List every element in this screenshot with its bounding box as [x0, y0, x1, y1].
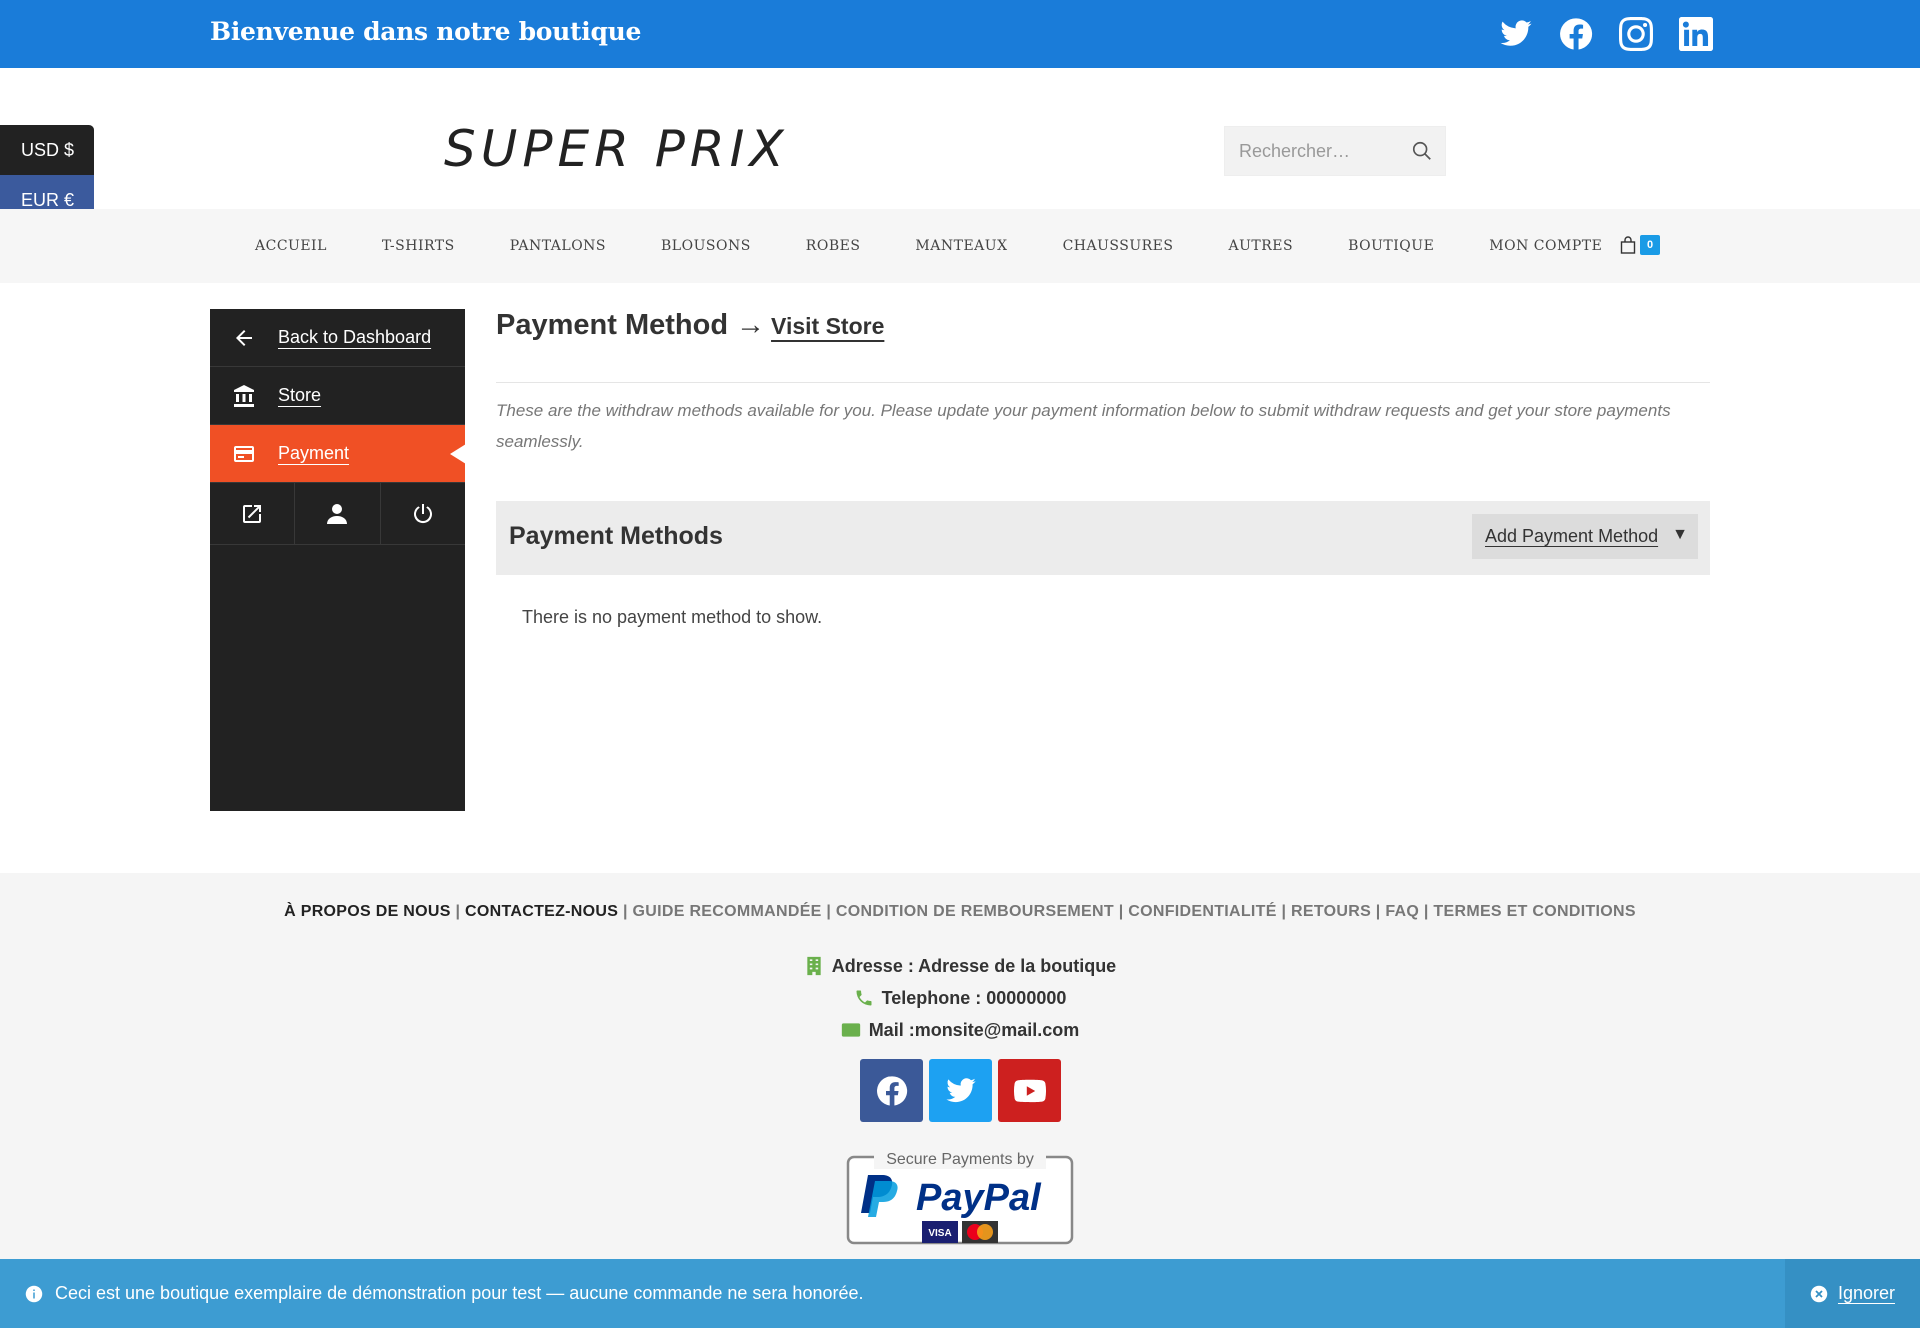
dismiss-label: Ignorer: [1837, 1283, 1896, 1303]
main-nav: ACCUEIL T-SHIRTS PANTALONS BLOUSONS ROBE…: [0, 209, 1920, 283]
footer-youtube-button[interactable]: [998, 1059, 1061, 1122]
footer-twitter-button[interactable]: [929, 1059, 992, 1122]
title-arrow: →: [736, 309, 766, 341]
linkedin-icon[interactable]: [1679, 17, 1713, 51]
phone-icon: [856, 990, 872, 1006]
user-icon: [327, 503, 348, 524]
visit-store-link[interactable]: Visit Store: [771, 313, 884, 340]
divider: [496, 382, 1710, 383]
visit-store-action[interactable]: [210, 483, 296, 544]
paypal-secure-badge: Secure Payments by PayPal VISA: [846, 1147, 1074, 1245]
address-text: Adresse : Adresse de la boutique: [831, 955, 1117, 976]
notice-message: Ceci est une boutique exemplaire de démo…: [25, 1283, 864, 1304]
footer-link-privacy[interactable]: CONFIDENTIALITÉ: [1128, 903, 1277, 920]
nav-item-pantalons[interactable]: PANTALONS: [510, 238, 606, 254]
sidebar-item-back-to-dashboard[interactable]: Back to Dashboard: [210, 309, 465, 367]
info-icon: [25, 1285, 43, 1302]
nav-item-accueil[interactable]: ACCUEIL: [255, 238, 327, 254]
close-circle-icon: [1810, 1285, 1828, 1302]
demo-store-notice: Ceci est une boutique exemplaire de démo…: [0, 1259, 1920, 1328]
mail-text: Mail :monsite@mail.com: [868, 1019, 1080, 1040]
page-title: Payment Method → Visit Store: [496, 309, 1710, 359]
footer-links: À PROPOS DE NOUS | CONTACTEZ-NOUS | GUID…: [284, 903, 1636, 920]
envelope-icon: [841, 1023, 860, 1037]
footer-facebook-button[interactable]: [860, 1059, 923, 1122]
contact-phone: Telephone : 00000000: [0, 982, 1920, 1014]
paypal-caption: Secure Payments by: [886, 1151, 1034, 1168]
nav-item-chaussures[interactable]: CHAUSSURES: [1063, 238, 1174, 254]
caret-down-icon: ▼: [1672, 526, 1688, 543]
cart-button[interactable]: 0: [1620, 235, 1660, 255]
sidebar-actions: [210, 483, 465, 545]
twitter-icon[interactable]: [1499, 17, 1533, 51]
search-icon[interactable]: [1411, 140, 1433, 162]
footer-link-terms[interactable]: TERMES ET CONDITIONS: [1433, 903, 1635, 920]
sidebar-item-label: Back to Dashboard: [278, 327, 432, 347]
sidebar-item-label: Store: [278, 385, 322, 405]
facebook-icon[interactable]: [1559, 17, 1593, 51]
payment-methods-header: Payment Methods Add Payment Method ▼: [496, 501, 1710, 575]
site-logo[interactable]: SUPER PRIX: [444, 120, 789, 178]
bank-icon: [234, 384, 254, 407]
nav-item-boutique[interactable]: BOUTIQUE: [1348, 238, 1434, 254]
nav-item-autres[interactable]: AUTRES: [1228, 238, 1293, 254]
page-title-text: Payment Method: [496, 309, 729, 341]
search-box: [1224, 126, 1446, 176]
nav-item-mon-compte[interactable]: MON COMPTE: [1489, 238, 1602, 254]
nav-item-manteaux[interactable]: MANTEAUX: [915, 238, 1007, 254]
footer-link-about[interactable]: À PROPOS DE NOUS: [284, 903, 451, 920]
shopping-bag-icon: [1620, 236, 1636, 254]
paypal-brand: PayPal: [916, 1177, 1042, 1219]
add-payment-method-dropdown[interactable]: Add Payment Method ▼: [1472, 514, 1698, 559]
footer-link-contact[interactable]: CONTACTEZ-NOUS: [465, 903, 618, 920]
nav-item-robes[interactable]: ROBES: [806, 238, 861, 254]
notice-text: Ceci est une boutique exemplaire de démo…: [55, 1283, 864, 1303]
power-icon: [413, 503, 432, 523]
page-description: These are the withdraw methods available…: [496, 401, 1671, 451]
phone-text: Telephone : 00000000: [881, 987, 1067, 1008]
credit-card-icon: [234, 445, 254, 462]
currency-usd[interactable]: USD $: [0, 125, 94, 175]
youtube-icon: [1013, 1079, 1046, 1102]
external-link-icon: [243, 504, 262, 523]
section-title: Payment Methods: [509, 522, 723, 550]
footer-link-refund[interactable]: CONDITION DE REMBOURSEMENT: [836, 903, 1114, 920]
footer-social-links: [860, 1059, 1061, 1122]
top-social-links: [1499, 17, 1713, 51]
contact-mail: Mail :monsite@mail.com: [0, 1014, 1920, 1046]
facebook-icon: [876, 1075, 907, 1106]
add-payment-method-label: Add Payment Method: [1485, 526, 1659, 546]
footer-link-faq[interactable]: FAQ: [1385, 903, 1419, 920]
arrow-left-icon: [236, 329, 252, 346]
main-content: Payment Method → Visit Store These are t…: [496, 309, 1710, 628]
instagram-icon[interactable]: [1619, 17, 1653, 51]
profile-action[interactable]: [295, 483, 381, 544]
logout-action[interactable]: [381, 483, 465, 544]
contact-address: Adresse : Adresse de la boutique: [0, 950, 1920, 982]
twitter-icon: [945, 1077, 976, 1102]
top-bar: Bienvenue dans notre boutique: [0, 0, 1920, 68]
welcome-text: Bienvenue dans notre boutique: [210, 17, 642, 46]
building-icon: [807, 956, 821, 976]
dashboard-sidebar: Back to Dashboard Store Payment: [210, 309, 466, 811]
sidebar-item-store[interactable]: Store: [210, 367, 465, 425]
sidebar-item-label: Payment: [278, 443, 350, 463]
nav-item-t-shirts[interactable]: T-SHIRTS: [382, 238, 455, 254]
visa-card-label: VISA: [928, 1228, 951, 1239]
nav-item-blousons[interactable]: BLOUSONS: [661, 238, 751, 254]
footer-link-returns[interactable]: RETOURS: [1291, 903, 1371, 920]
footer-link-guide[interactable]: GUIDE RECOMMANDÉE: [633, 903, 822, 920]
empty-state-text: There is no payment method to show.: [522, 607, 823, 627]
cart-count-badge: 0: [1640, 235, 1660, 255]
search-input[interactable]: [1225, 127, 1395, 175]
footer-contact: Adresse : Adresse de la boutique Telepho…: [0, 950, 1920, 1046]
sidebar-item-payment[interactable]: Payment: [210, 425, 466, 483]
dismiss-notice-button[interactable]: Ignorer: [1785, 1259, 1920, 1328]
